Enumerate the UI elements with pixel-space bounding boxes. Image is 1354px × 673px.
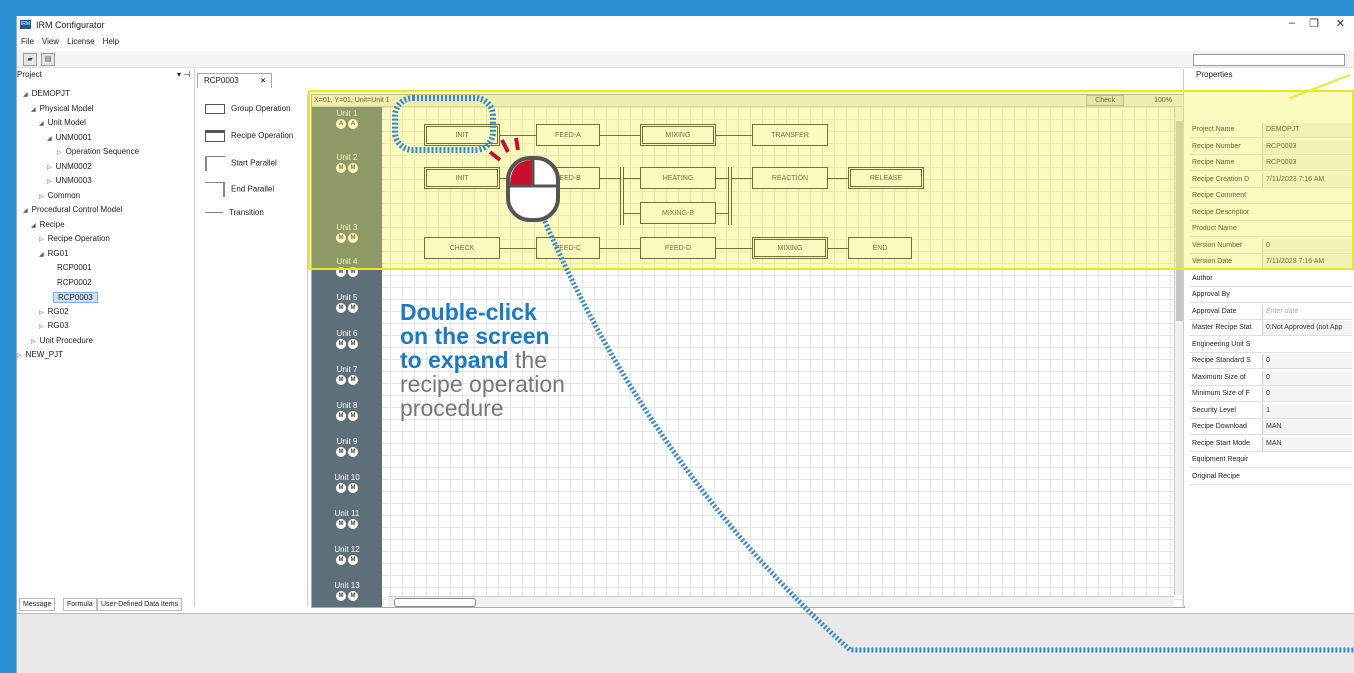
callout-line-1: Double-click bbox=[400, 299, 537, 325]
callout-bold: to expand bbox=[400, 347, 509, 373]
pointer-path-line bbox=[537, 209, 1354, 653]
callout-line-2: on the screen bbox=[400, 323, 550, 349]
callout-rest: the bbox=[508, 347, 547, 373]
mouse-icon bbox=[488, 137, 560, 222]
instruction-callout: Double-click on the screen to expand the… bbox=[400, 300, 650, 420]
callout-line-5: procedure bbox=[400, 395, 504, 421]
highlight-pointer-line bbox=[1289, 74, 1351, 99]
double-click-target-ring bbox=[392, 95, 496, 153]
tutorial-overlay bbox=[392, 74, 1354, 653]
callout-line-4: recipe operation bbox=[400, 371, 565, 397]
callout-line-3: to expand the bbox=[400, 348, 650, 372]
